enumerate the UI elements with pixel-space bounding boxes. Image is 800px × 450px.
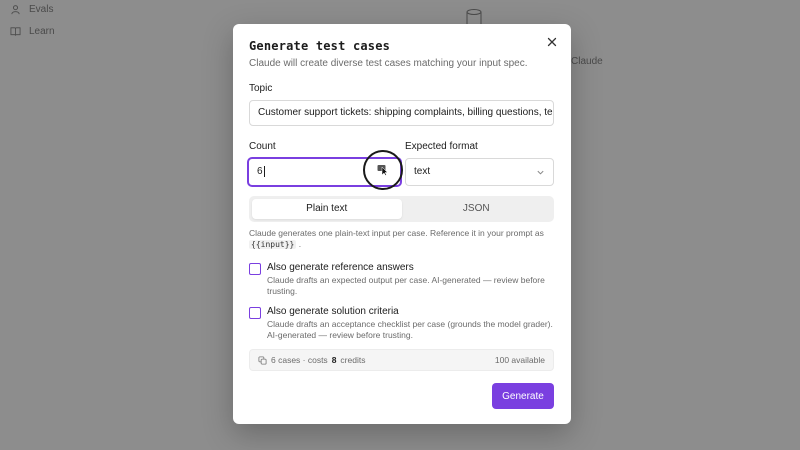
background-text: Claude	[571, 56, 603, 67]
close-icon[interactable]	[545, 35, 559, 49]
cursor-highlight	[363, 150, 403, 190]
hint-suffix: .	[298, 239, 302, 249]
format-select[interactable]: text	[405, 158, 554, 186]
mouse-pointer-icon	[377, 165, 389, 176]
dialog-title: Generate test cases	[249, 39, 391, 53]
sidebar-item-evals: Evals	[10, 0, 55, 20]
cost-value: 8	[331, 355, 337, 365]
reference-answers-checkbox[interactable]	[249, 263, 261, 275]
generate-test-cases-dialog: Generate test cases Claude will create d…	[233, 24, 571, 424]
count-value: 6	[257, 166, 263, 177]
format-hint: Claude generates one plain-text input pe…	[249, 228, 554, 250]
input-placeholder-code: {{input}}	[249, 240, 297, 249]
text-caret	[263, 165, 265, 177]
reference-answers-option: Also generate reference answers Claude d…	[249, 262, 554, 297]
topic-label: Topic	[249, 83, 273, 94]
sidebar-item-label: Evals	[29, 3, 54, 15]
credits-available: 100 available	[494, 355, 545, 365]
cases-count-text: 6 cases · costs	[271, 355, 328, 365]
option-title: Also generate reference answers	[267, 262, 414, 273]
format-label: Expected format	[405, 141, 478, 152]
credits-unit: credits	[340, 355, 366, 365]
topic-input[interactable]: Customer support tickets: shipping compl…	[249, 100, 554, 126]
format-selected-value: text	[414, 166, 431, 177]
dialog-subtitle: Claude will create diverse test cases ma…	[249, 58, 528, 69]
generate-button[interactable]: Generate	[492, 383, 554, 409]
option-description: Claude drafts an expected output per cas…	[267, 275, 545, 296]
background-sidebar: Evals Learn	[10, 0, 55, 42]
format-toggle: Plain text JSON	[249, 196, 554, 222]
stack-icon	[258, 355, 267, 365]
sidebar-item-learn: Learn	[10, 20, 55, 42]
book-icon	[10, 26, 21, 36]
solution-criteria-option: Also generate solution criteria Claude d…	[249, 306, 554, 341]
sidebar-item-label: Learn	[29, 25, 55, 37]
hint-text: Claude generates one plain-text input pe…	[249, 228, 544, 238]
option-title: Also generate solution criteria	[267, 306, 399, 317]
solution-criteria-checkbox[interactable]	[249, 307, 261, 319]
tab-json[interactable]: JSON	[402, 199, 552, 219]
credits-summary: 6 cases · costs 8 credits 100 available	[249, 349, 554, 371]
user-icon	[11, 4, 20, 14]
option-description: Claude drafts an acceptance checklist pe…	[267, 319, 553, 340]
count-label: Count	[249, 141, 276, 152]
tab-plain-text[interactable]: Plain text	[252, 199, 402, 219]
chevron-down-icon	[537, 170, 544, 175]
